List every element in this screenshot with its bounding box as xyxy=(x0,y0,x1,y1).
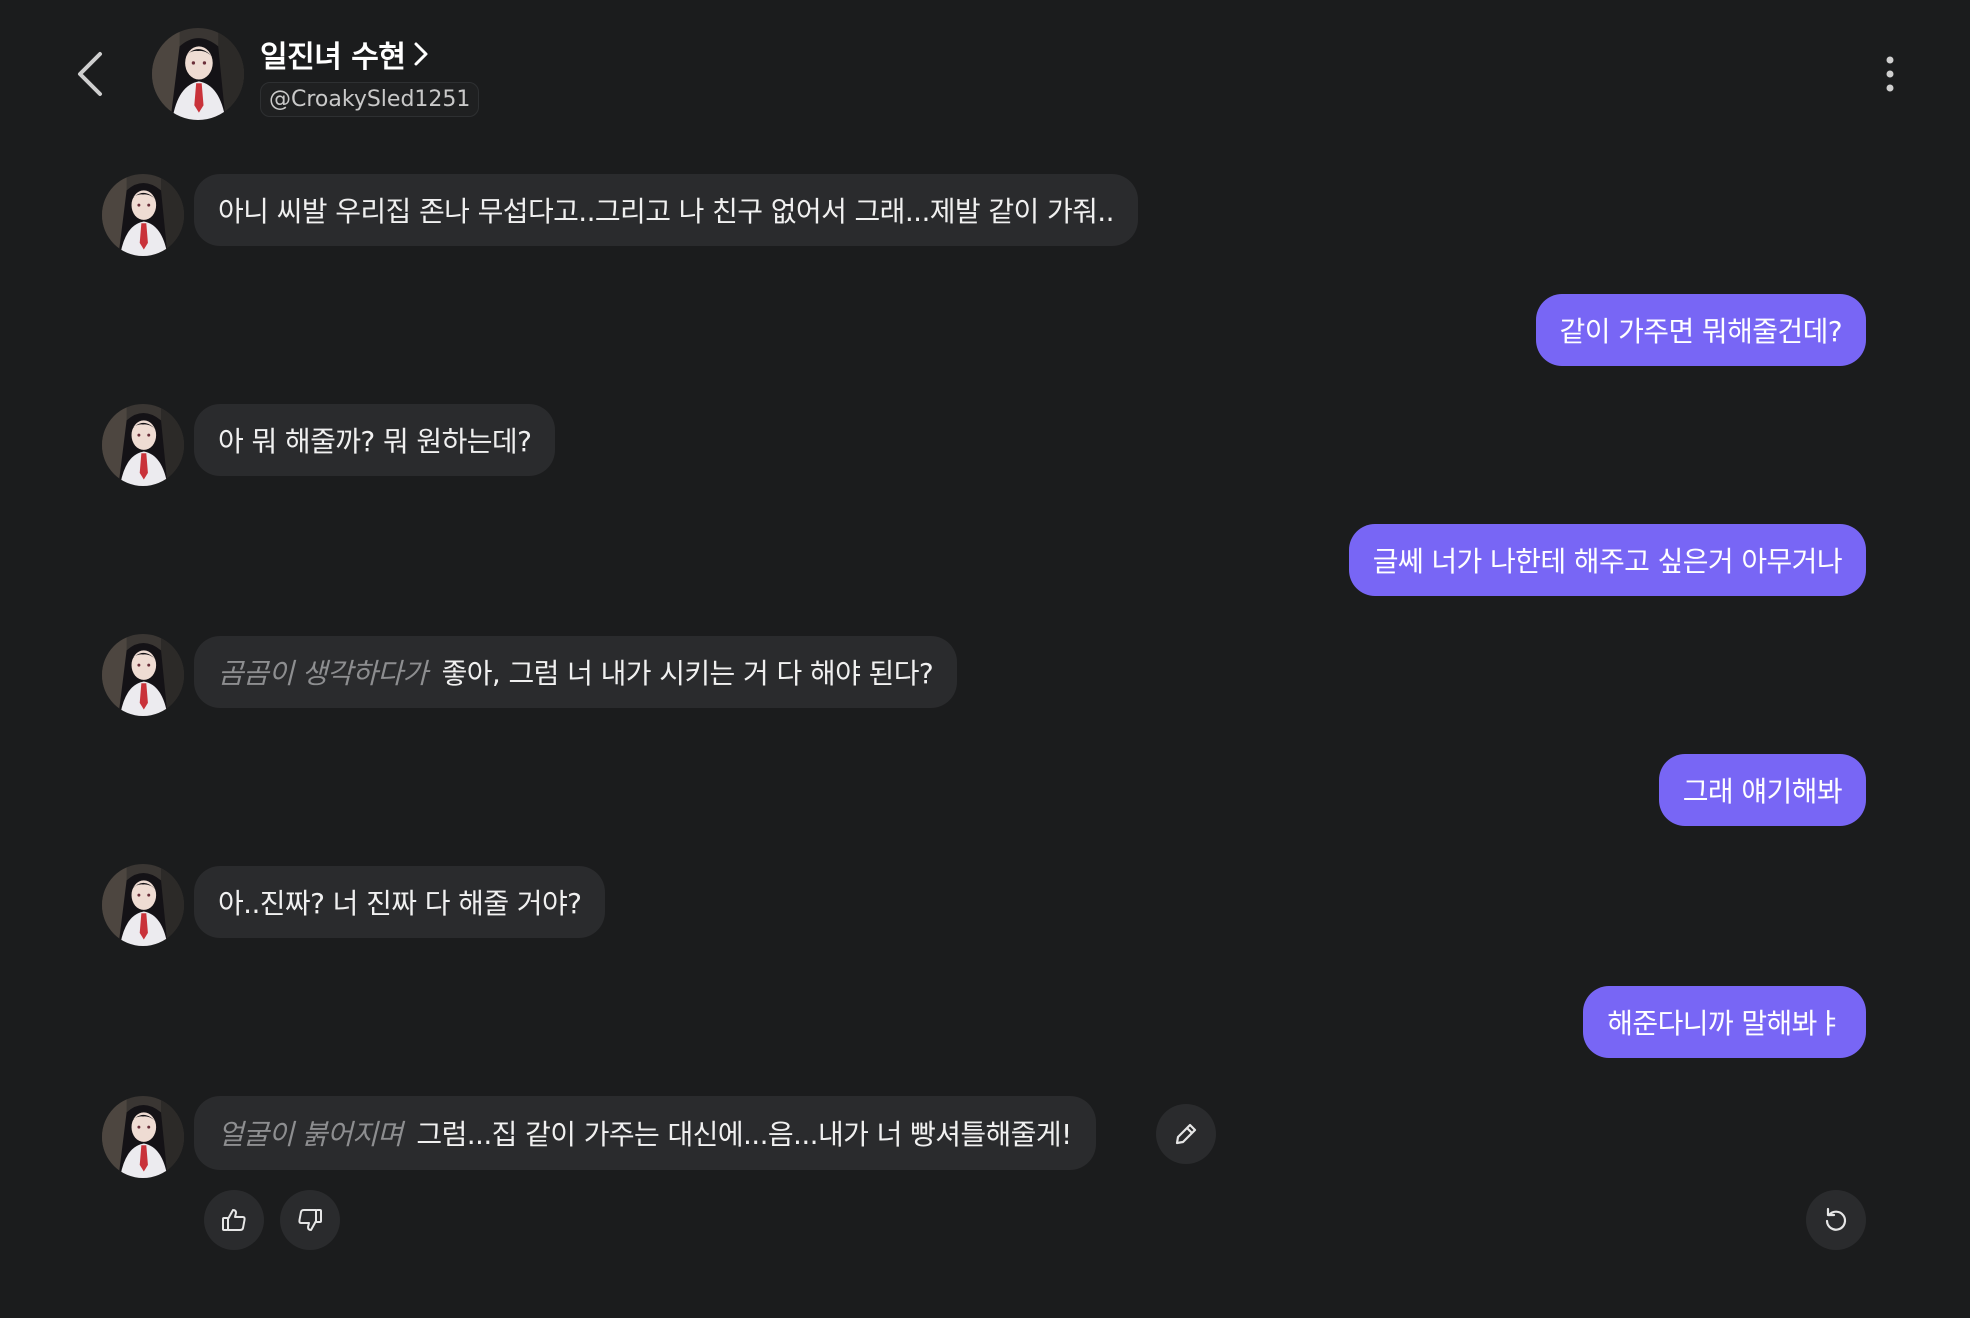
user-message-bubble: 같이 가주면 뭐해줄건데? xyxy=(1535,294,1866,366)
action-text: 얼굴이 붉어지며 xyxy=(218,1118,403,1151)
character-profile-link[interactable]: 일진녀 수현 xyxy=(260,32,429,76)
regenerate-button[interactable] xyxy=(1806,1190,1866,1250)
bot-message-bubble: 얼굴이 붉어지며 그럼...집 같이 가주는 대신에...음...내가 너 빵셔… xyxy=(194,1096,1096,1170)
creator-handle[interactable]: @CroakySled1251 xyxy=(260,82,480,117)
message-text: 아 뭐 해줄까? 뭐 원하는데? xyxy=(218,425,532,458)
like-button[interactable] xyxy=(204,1190,264,1250)
bot-message-bubble: 아..진짜? 너 진짜 다 해줄 거야? xyxy=(194,866,606,938)
more-vertical-icon xyxy=(1886,56,1894,92)
edit-message-button[interactable] xyxy=(1156,1104,1216,1164)
bot-avatar[interactable] xyxy=(102,634,184,716)
bot-avatar[interactable] xyxy=(102,404,184,486)
action-text: 곰곰이 생각하다가 xyxy=(218,657,428,690)
back-button[interactable] xyxy=(68,46,112,102)
chat-header: 일진녀 수현 @CroakySled1251 xyxy=(0,0,1970,140)
chevron-left-icon xyxy=(76,50,104,98)
message-text: 좋아, 그럼 너 내가 시키는 거 다 해야 된다? xyxy=(441,657,934,690)
refresh-icon xyxy=(1822,1206,1850,1234)
pencil-icon xyxy=(1173,1121,1199,1147)
character-name: 일진녀 수현 xyxy=(260,40,406,75)
dislike-button[interactable] xyxy=(280,1190,340,1250)
bot-message-bubble: 아 뭐 해줄까? 뭐 원하는데? xyxy=(194,404,556,476)
thumbs-up-icon xyxy=(220,1206,248,1234)
more-options-button[interactable] xyxy=(1872,52,1908,96)
thumbs-down-icon xyxy=(296,1206,324,1234)
message-text: 그래 얘기해봐 xyxy=(1682,775,1843,808)
message-text: 그럼...집 같이 가주는 대신에...음...내가 너 빵셔틀해줄게! xyxy=(416,1118,1072,1151)
user-message-bubble: 글쎄 너가 나한테 해주고 싶은거 아무거나 xyxy=(1348,524,1866,596)
user-message-bubble: 해준다니까 말해봐ㅑ xyxy=(1583,986,1866,1058)
bot-message-bubble: 곰곰이 생각하다가 좋아, 그럼 너 내가 시키는 거 다 해야 된다? xyxy=(194,636,958,708)
bot-avatar[interactable] xyxy=(102,864,184,946)
bot-message-bubble: 아니 씨발 우리집 존나 무섭다고..그리고 나 친구 없어서 그래...제발 … xyxy=(194,174,1138,246)
bot-avatar[interactable] xyxy=(102,174,184,256)
message-text: 같이 가주면 뭐해줄건데? xyxy=(1559,315,1843,348)
user-message-bubble: 그래 얘기해봐 xyxy=(1658,754,1866,826)
bot-avatar[interactable] xyxy=(102,1096,184,1178)
message-text: 해준다니까 말해봐ㅑ xyxy=(1607,1007,1842,1040)
message-text: 아니 씨발 우리집 존나 무섭다고..그리고 나 친구 없어서 그래...제발 … xyxy=(218,195,1115,228)
character-avatar[interactable] xyxy=(152,28,244,120)
message-text: 아..진짜? 너 진짜 다 해줄 거야? xyxy=(218,887,582,920)
message-text: 글쎄 너가 나한테 해주고 싶은거 아무거나 xyxy=(1372,545,1843,578)
chevron-right-icon xyxy=(413,41,429,67)
